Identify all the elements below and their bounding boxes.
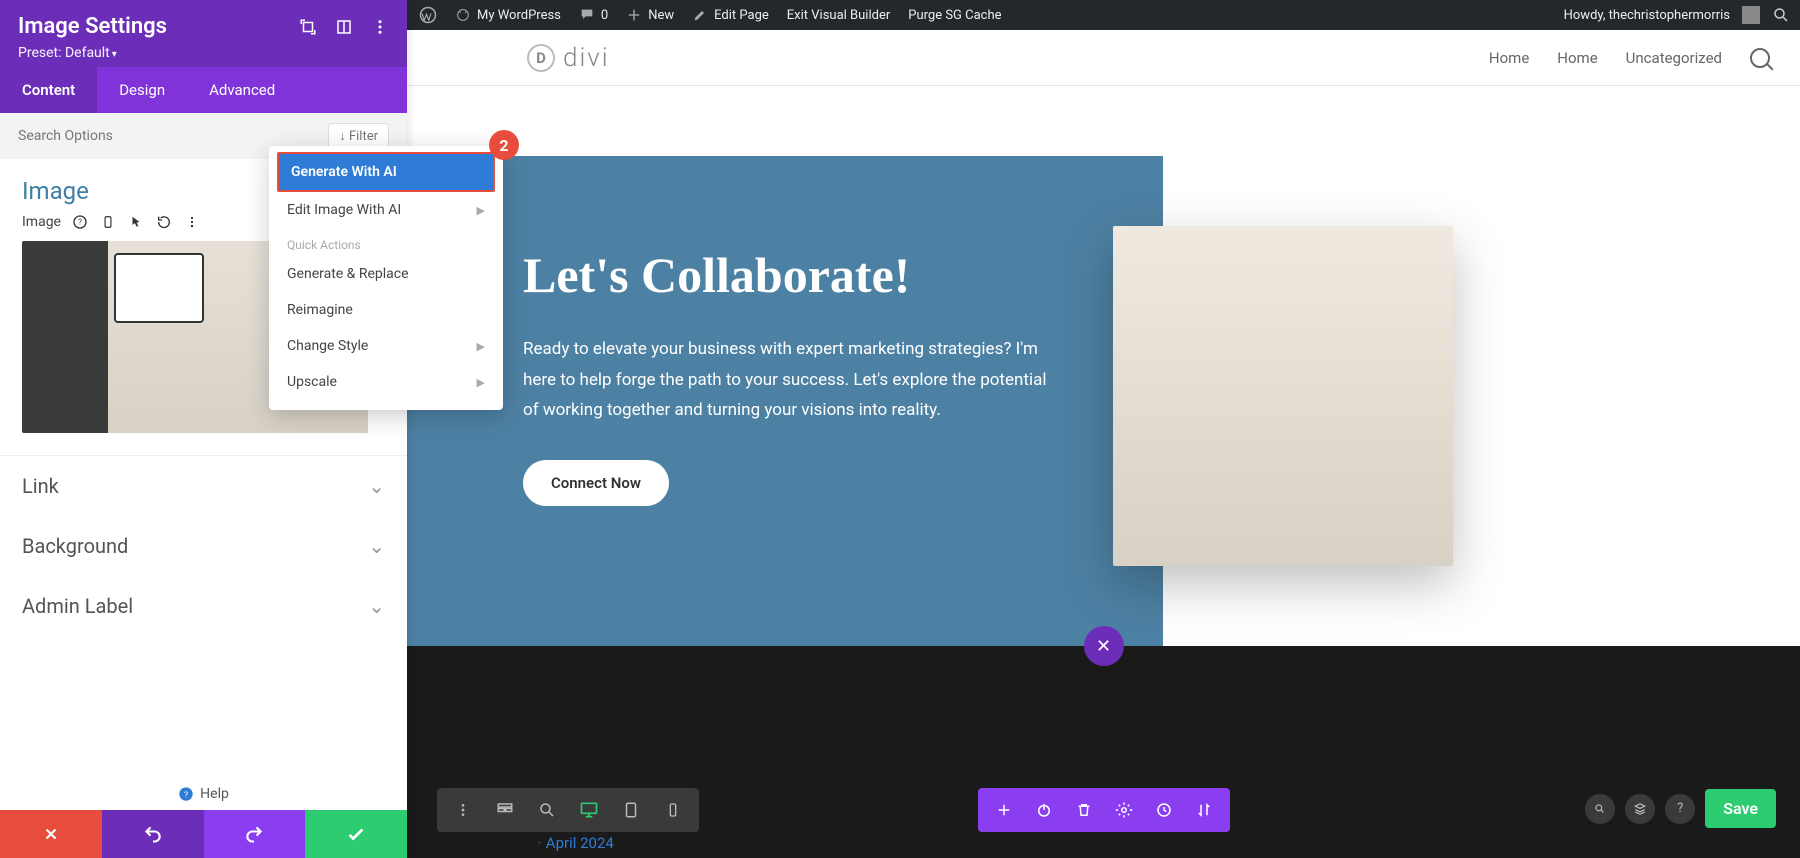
avatar[interactable]	[1742, 6, 1760, 24]
hero-heading: Let's Collaborate!	[523, 246, 1103, 304]
callout-2-badge: 2	[489, 130, 519, 160]
columns-icon[interactable]	[335, 18, 353, 36]
panel-title: Image Settings	[18, 14, 299, 39]
hero-image[interactable]	[1113, 226, 1453, 566]
panel-actions	[0, 810, 407, 858]
help-circle-icon[interactable]: ?	[1665, 794, 1695, 824]
wp-admin-bar: My WordPress 0 New Edit Page Exit Visual…	[407, 0, 1800, 30]
confirm-button[interactable]	[305, 810, 407, 858]
search-circle-icon[interactable]	[1585, 794, 1615, 824]
kebab-icon[interactable]	[371, 18, 389, 36]
dd-change-style[interactable]: Change Style▶	[269, 328, 503, 364]
page-canvas: Let's Collaborate! Ready to elevate your…	[407, 86, 1800, 858]
accordion-link[interactable]: Link⌄	[0, 456, 407, 516]
divi-logo[interactable]: Ddivi	[527, 43, 610, 73]
trash-icon[interactable]	[1064, 790, 1104, 830]
wp-comments[interactable]: 0	[579, 7, 608, 23]
chevron-down-icon: ⌄	[368, 534, 385, 558]
power-icon[interactable]	[1024, 790, 1064, 830]
nav-home-1[interactable]: Home	[1489, 49, 1529, 67]
toolbar-kebab-icon[interactable]	[443, 790, 483, 830]
sort-icon[interactable]	[1184, 790, 1224, 830]
search-options-input[interactable]: Search Options	[18, 128, 113, 144]
reset-icon[interactable]	[155, 213, 173, 231]
main-nav: Home Home Uncategorized	[1489, 48, 1770, 68]
wp-site-link[interactable]: My WordPress	[455, 7, 561, 23]
discard-button[interactable]	[0, 810, 102, 858]
expand-icon[interactable]	[299, 18, 317, 36]
accordion-admin-label[interactable]: Admin Label⌄	[0, 576, 407, 636]
dd-upscale[interactable]: Upscale▶	[269, 364, 503, 400]
hero-section: Let's Collaborate! Ready to elevate your…	[407, 156, 1163, 656]
image-settings-panel: Image Settings Preset: Default▾ Content …	[0, 0, 407, 858]
view-toolbar	[437, 788, 699, 832]
accordion: Link⌄ Background⌄ Admin Label⌄	[0, 455, 407, 636]
ai-dropdown: 2 Generate With AI Edit Image With AI▶ Q…	[269, 146, 503, 410]
svg-text:?: ?	[184, 790, 188, 800]
add-icon[interactable]	[984, 790, 1024, 830]
redo-button[interactable]	[204, 810, 306, 858]
dd-quick-actions-label: Quick Actions	[269, 228, 503, 256]
layers-icon[interactable]	[1625, 794, 1655, 824]
history-icon[interactable]	[1144, 790, 1184, 830]
wp-new[interactable]: New	[626, 7, 674, 23]
help-icon[interactable]: ?	[71, 213, 89, 231]
zoom-icon[interactable]	[527, 790, 567, 830]
panel-header: Image Settings Preset: Default▾	[0, 0, 407, 67]
chevron-right-icon: ▶	[477, 204, 485, 217]
search-icon[interactable]	[1750, 48, 1770, 68]
chevron-right-icon: ▶	[477, 340, 485, 353]
wireframe-icon[interactable]	[485, 790, 525, 830]
panel-tabs: Content Design Advanced	[0, 67, 407, 113]
module-toolbar	[978, 788, 1230, 832]
tab-advanced[interactable]: Advanced	[187, 67, 297, 113]
archive-link[interactable]: April 2024	[537, 834, 614, 852]
help-row[interactable]: ? Help	[0, 778, 407, 810]
field-kebab-icon[interactable]	[183, 213, 201, 231]
chevron-down-icon: ⌄	[368, 594, 385, 618]
nav-home-2[interactable]: Home	[1557, 49, 1597, 67]
preset-selector[interactable]: Preset: Default▾	[18, 45, 389, 61]
dd-reimagine[interactable]: Reimagine	[269, 292, 503, 328]
tab-design[interactable]: Design	[97, 67, 187, 113]
gear-icon[interactable]	[1104, 790, 1144, 830]
image-field-label: Image	[22, 214, 61, 230]
phone-icon[interactable]	[653, 790, 693, 830]
hover-icon[interactable]	[127, 213, 145, 231]
svg-text:?: ?	[78, 218, 82, 227]
right-controls: ? Save	[1585, 789, 1776, 828]
dd-edit-image-with-ai[interactable]: Edit Image With AI▶	[269, 192, 503, 228]
mobile-icon[interactable]	[99, 213, 117, 231]
chevron-down-icon: ⌄	[368, 474, 385, 498]
undo-button[interactable]	[102, 810, 204, 858]
close-builder-fab[interactable]: ✕	[1084, 626, 1124, 666]
hero-cta-button[interactable]: Connect Now	[523, 460, 669, 506]
nav-uncategorized[interactable]: Uncategorized	[1626, 49, 1722, 67]
desktop-icon[interactable]	[569, 790, 609, 830]
wp-edit-page[interactable]: Edit Page	[692, 7, 769, 23]
hero-body: Ready to elevate your business with expe…	[523, 334, 1063, 426]
wp-logo[interactable]	[419, 6, 437, 24]
tablet-icon[interactable]	[611, 790, 651, 830]
wp-exit-visual-builder[interactable]: Exit Visual Builder	[787, 8, 890, 23]
tab-content[interactable]: Content	[0, 67, 97, 113]
accordion-background[interactable]: Background⌄	[0, 516, 407, 576]
chevron-right-icon: ▶	[477, 376, 485, 389]
site-header: Ddivi Home Home Uncategorized	[407, 30, 1800, 86]
save-button[interactable]: Save	[1705, 789, 1776, 828]
dd-generate-with-ai[interactable]: Generate With AI	[277, 152, 495, 192]
wp-howdy[interactable]: Howdy, thechristophermorris	[1564, 8, 1730, 23]
builder-footer: ✕ ? Save	[407, 646, 1800, 858]
search-icon[interactable]	[1772, 6, 1790, 24]
dd-generate-replace[interactable]: Generate & Replace	[269, 256, 503, 292]
wp-purge-cache[interactable]: Purge SG Cache	[908, 8, 1001, 23]
